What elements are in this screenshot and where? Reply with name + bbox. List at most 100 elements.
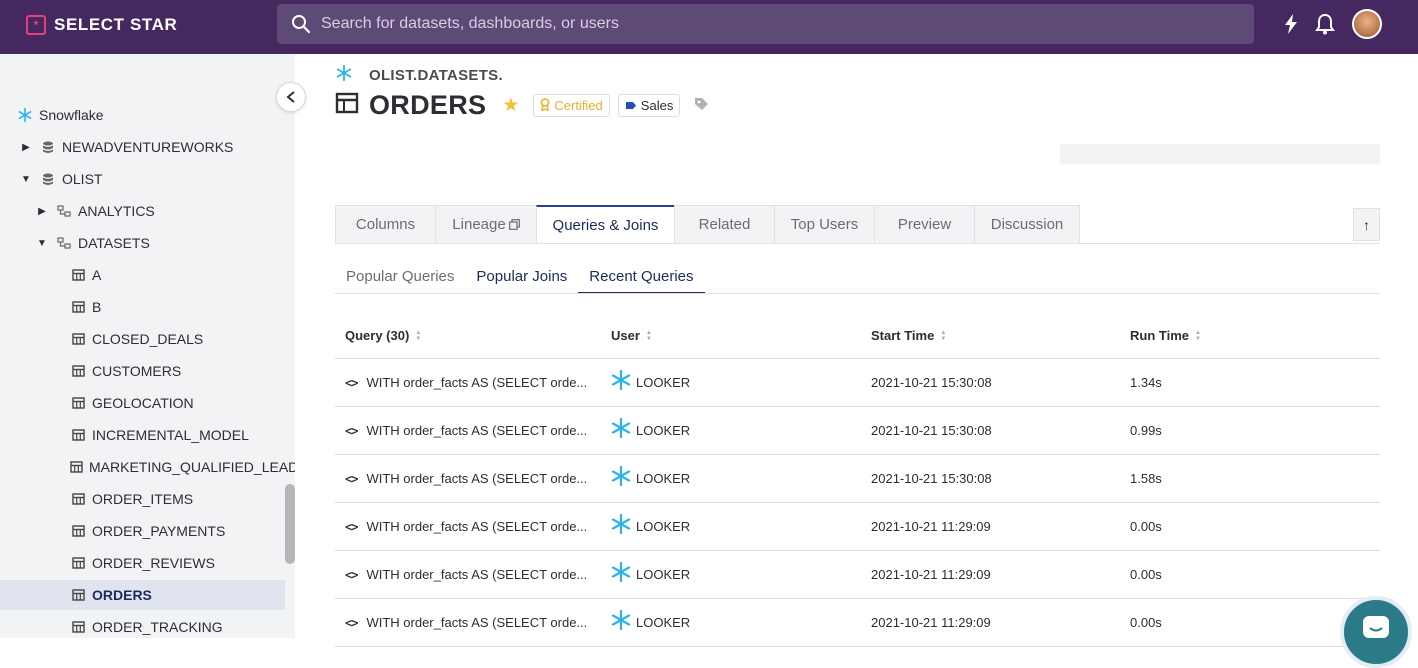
user-name[interactable]: LOOKER: [636, 375, 690, 390]
sidebar-item-a[interactable]: A: [0, 260, 285, 290]
sidebar-item-customers[interactable]: CUSTOMERS: [0, 356, 285, 386]
column-header-start-time[interactable]: Start Time ▲ ▼: [871, 328, 946, 343]
code-icon[interactable]: <>: [345, 376, 358, 390]
sidebar-item-olist[interactable]: ▼ OLIST: [0, 164, 285, 194]
sidebar-item-label: ORDERS: [92, 587, 152, 603]
sidebar-item-order-tracking[interactable]: ORDER_TRACKING: [0, 612, 285, 638]
table-row[interactable]: <> WITH order_facts AS (SELECT orde... LOO…: [335, 359, 1380, 407]
subtab-recent-queries[interactable]: Recent Queries: [578, 262, 705, 294]
sidebar-item-geolocation[interactable]: GEOLOCATION: [0, 388, 285, 418]
start-time-cell: 2021-10-21 15:30:08: [871, 375, 992, 390]
snowflake-icon: [611, 369, 631, 393]
sort-icon: ▲ ▼: [940, 329, 947, 342]
sidebar-item-label: ORDER_TRACKING: [92, 619, 223, 635]
snowflake-icon: [611, 513, 631, 537]
query-text[interactable]: WITH order_facts AS (SELECT orde...: [366, 375, 587, 390]
subtab-popular-joins[interactable]: Popular Joins: [465, 262, 578, 294]
sidebar-item-newadventureworks[interactable]: ▶ NEWADVENTUREWORKS: [0, 132, 285, 162]
sidebar-item-label: ORDER_PAYMENTS: [92, 523, 226, 539]
code-icon[interactable]: <>: [345, 568, 358, 582]
tab-top-users[interactable]: Top Users: [774, 205, 874, 244]
query-text[interactable]: WITH order_facts AS (SELECT orde...: [366, 471, 587, 486]
tab-columns[interactable]: Columns: [335, 205, 435, 244]
query-text[interactable]: WITH order_facts AS (SELECT orde...: [366, 519, 587, 534]
tab-discussion[interactable]: Discussion: [974, 205, 1080, 244]
tab-lineage[interactable]: Lineage: [435, 205, 536, 244]
query-text[interactable]: WITH order_facts AS (SELECT orde...: [366, 567, 587, 582]
sort-icon: ▲ ▼: [415, 329, 422, 342]
star-icon[interactable]: ★: [502, 94, 519, 117]
sidebar-item-b[interactable]: B: [0, 292, 285, 322]
column-header-user[interactable]: User ▲ ▼: [611, 328, 652, 343]
chat-button[interactable]: [1340, 596, 1412, 668]
user-avatar[interactable]: [1352, 9, 1382, 39]
code-icon[interactable]: <>: [345, 424, 358, 438]
query-text[interactable]: WITH order_facts AS (SELECT orde...: [366, 615, 587, 630]
tab-preview[interactable]: Preview: [874, 205, 974, 244]
query-text[interactable]: WITH order_facts AS (SELECT orde...: [366, 423, 587, 438]
sidebar-item-marketing-qualified-leads[interactable]: MARKETING_QUALIFIED_LEADS: [0, 452, 295, 482]
caret-right-icon[interactable]: ▶: [36, 206, 48, 217]
table-icon: [70, 493, 86, 505]
sidebar-item-order-items[interactable]: ORDER_ITEMS: [0, 484, 285, 514]
subtab-bar: Popular Queries Popular Joins Recent Que…: [335, 262, 705, 294]
snowflake-icon: [17, 107, 33, 123]
label-tag-icon: [625, 98, 637, 113]
tag-badge[interactable]: Sales: [617, 94, 681, 117]
breadcrumb-path[interactable]: OLIST.DATASETS.: [369, 67, 503, 84]
table-icon: [70, 333, 86, 345]
column-header-query[interactable]: Query (30) ▲ ▼: [345, 328, 421, 343]
certified-badge[interactable]: Certified: [533, 94, 610, 117]
sidebar-item-label: DATASETS: [78, 235, 150, 251]
column-header-run-time[interactable]: Run Time ▲ ▼: [1130, 328, 1201, 343]
code-icon[interactable]: <>: [345, 616, 358, 630]
subtab-popular-queries[interactable]: Popular Queries: [335, 262, 465, 294]
user-name[interactable]: LOOKER: [636, 519, 690, 534]
caret-right-icon[interactable]: ▶: [20, 142, 32, 153]
table-row[interactable]: <> WITH order_facts AS (SELECT orde... LOO…: [335, 599, 1380, 647]
sidebar-scrollbar[interactable]: [285, 484, 295, 564]
add-tag-icon[interactable]: [694, 97, 710, 115]
table-row[interactable]: <> WITH order_facts AS (SELECT orde... LOO…: [335, 407, 1380, 455]
sidebar-item-label: NEWADVENTUREWORKS: [62, 139, 234, 155]
table-row[interactable]: <> WITH order_facts AS (SELECT orde... LOO…: [335, 503, 1380, 551]
start-time-cell: 2021-10-21 11:29:09: [871, 567, 991, 582]
tab-related[interactable]: Related: [674, 205, 774, 244]
user-cell: LOOKER: [611, 609, 690, 633]
sidebar-item-order-reviews[interactable]: ORDER_REVIEWS: [0, 548, 285, 578]
sidebar-item-snowflake[interactable]: Snowflake: [0, 100, 285, 130]
scroll-top-button[interactable]: ↑: [1353, 208, 1380, 241]
sidebar-item-datasets[interactable]: ▼ DATASETS: [0, 228, 285, 258]
sidebar-item-closed-deals[interactable]: CLOSED_DEALS: [0, 324, 285, 354]
caret-down-icon[interactable]: ▼: [36, 238, 48, 249]
schema-icon: [56, 204, 72, 218]
table-icon: [70, 397, 86, 409]
bell-icon[interactable]: [1314, 13, 1336, 35]
sidebar-item-order-payments[interactable]: ORDER_PAYMENTS: [0, 516, 285, 546]
placeholder-bar: [1060, 144, 1380, 164]
collapse-sidebar-button[interactable]: [276, 82, 306, 112]
user-name[interactable]: LOOKER: [636, 471, 690, 486]
sidebar-item-label: OLIST: [62, 171, 103, 187]
sidebar-item-incremental-model[interactable]: INCREMENTAL_MODEL: [0, 420, 285, 450]
lightning-icon[interactable]: [1280, 13, 1302, 35]
search-input[interactable]: [321, 15, 1221, 33]
code-icon[interactable]: <>: [345, 472, 358, 486]
sidebar-item-analytics[interactable]: ▶ ANALYTICS: [0, 196, 285, 226]
user-name[interactable]: LOOKER: [636, 615, 690, 630]
user-name[interactable]: LOOKER: [636, 423, 690, 438]
caret-down-icon[interactable]: ▼: [20, 174, 32, 185]
code-icon[interactable]: <>: [345, 520, 358, 534]
sidebar-item-orders[interactable]: ORDERS: [0, 580, 285, 610]
table-row[interactable]: <> WITH order_facts AS (SELECT orde... LOO…: [335, 455, 1380, 503]
external-link-icon: [508, 219, 520, 230]
app-logo[interactable]: * SELECT STAR: [26, 14, 177, 36]
query-cell: <> WITH order_facts AS (SELECT orde...: [345, 519, 587, 534]
start-time-cell: 2021-10-21 11:29:09: [871, 615, 991, 630]
user-name[interactable]: LOOKER: [636, 567, 690, 582]
tab-queries-joins[interactable]: Queries & Joins: [536, 205, 674, 244]
table-icon: [70, 557, 86, 569]
tab-lineage-label: Lineage: [452, 216, 506, 233]
search-bar[interactable]: [277, 4, 1254, 44]
table-row[interactable]: <> WITH order_facts AS (SELECT orde... LOO…: [335, 551, 1380, 599]
